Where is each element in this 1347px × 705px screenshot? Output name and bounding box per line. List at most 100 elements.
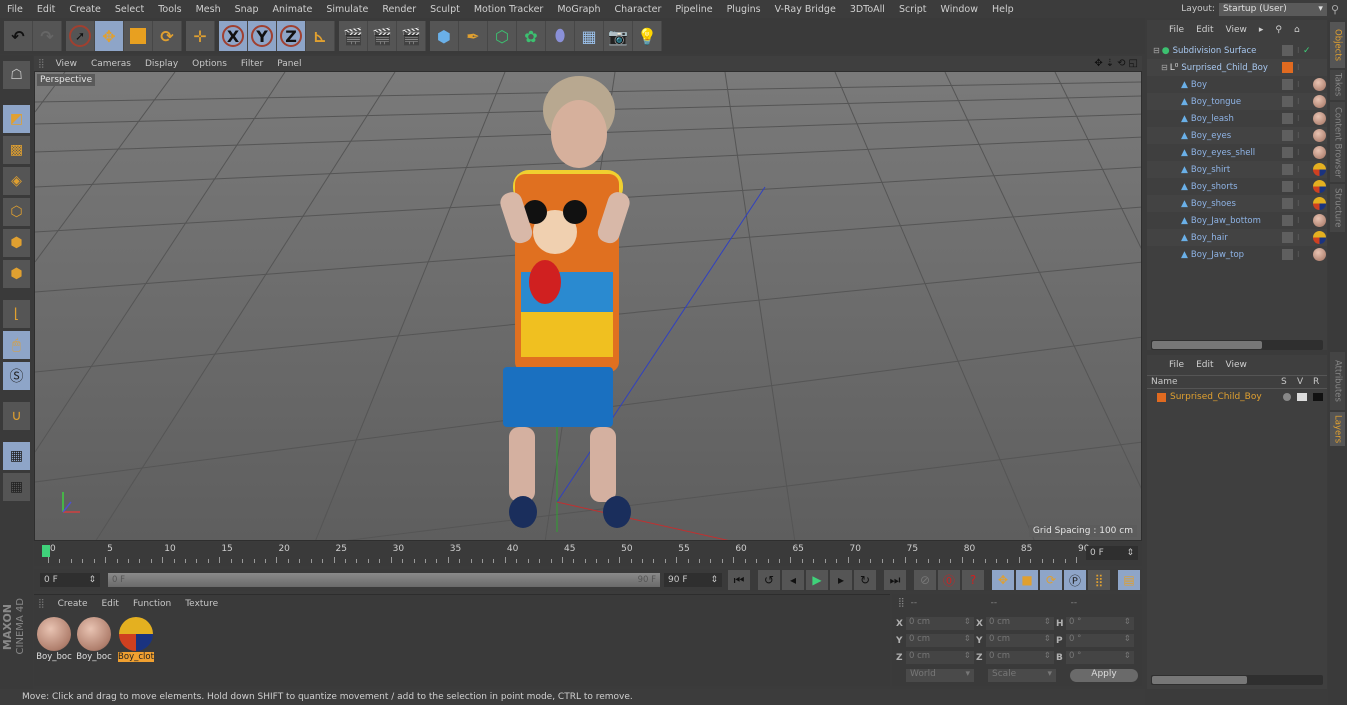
- model-mode-icon[interactable]: ◩: [3, 105, 30, 133]
- object-row[interactable]: ▲ Boy_eyes_shell ⁝: [1147, 144, 1327, 161]
- material-tag-icon[interactable]: [1313, 180, 1326, 193]
- edit-toggle[interactable]: [1282, 45, 1293, 56]
- next-key-button[interactable]: ↻: [854, 570, 876, 590]
- render-view-icon[interactable]: 🎬: [339, 21, 368, 51]
- previous-frame-button[interactable]: ◂: [782, 570, 804, 590]
- search-icon[interactable]: ⚲: [1331, 3, 1339, 16]
- edit-toggle[interactable]: [1282, 147, 1293, 158]
- material-swatch[interactable]: Boy_boc: [76, 617, 112, 662]
- viewport-menu-display[interactable]: Display: [138, 59, 185, 69]
- visibility-toggle[interactable]: [1297, 393, 1307, 401]
- menu-3dtoall[interactable]: 3DToAll: [843, 4, 892, 15]
- menu-file[interactable]: File: [0, 4, 30, 15]
- material-tag-icon[interactable]: [1313, 231, 1326, 244]
- apply-button[interactable]: Apply: [1070, 669, 1138, 682]
- viewport-menu-view[interactable]: View: [49, 59, 84, 69]
- snap-magnet-icon[interactable]: ∪: [3, 402, 30, 430]
- material-tag-icon[interactable]: [1313, 197, 1326, 210]
- polygons-mode-icon[interactable]: ⬢: [3, 260, 30, 288]
- menu-snap[interactable]: Snap: [228, 4, 266, 15]
- edit-toggle[interactable]: [1282, 113, 1293, 124]
- menu-select[interactable]: Select: [108, 4, 151, 15]
- position-x-field[interactable]: 0 cm ⇕: [906, 617, 974, 630]
- tab-objects[interactable]: Objects: [1330, 22, 1345, 68]
- menu-vray-bridge[interactable]: V-Ray Bridge: [768, 4, 843, 15]
- size-y-field[interactable]: 0 cm ⇕: [986, 634, 1054, 647]
- texture-mode-icon[interactable]: ▩: [3, 136, 30, 164]
- object-menu-edit[interactable]: Edit: [1196, 25, 1213, 35]
- size-z-field[interactable]: 0 cm ⇕: [986, 651, 1054, 664]
- coordinate-system-icon[interactable]: ⊾: [306, 21, 335, 51]
- object-row[interactable]: ▲ Boy_leash ⁝: [1147, 110, 1327, 127]
- recent-tool-icon[interactable]: ✛: [186, 21, 215, 51]
- object-row[interactable]: ▲ Boy ⁝: [1147, 76, 1327, 93]
- current-frame-marker[interactable]: [42, 545, 50, 557]
- tab-attributes[interactable]: Attributes: [1330, 352, 1345, 410]
- material-swatch[interactable]: Boy_boc: [36, 617, 72, 662]
- current-frame-field[interactable]: 0 F ⇕: [1086, 546, 1138, 560]
- menu-tools[interactable]: Tools: [151, 4, 188, 15]
- tab-layers[interactable]: Layers: [1330, 412, 1345, 446]
- timeline-button[interactable]: ▤: [1118, 570, 1140, 590]
- rotation-h-field[interactable]: 0 ° ⇕: [1066, 617, 1134, 630]
- rotation-b-field[interactable]: 0 ° ⇕: [1066, 651, 1134, 664]
- make-editable-icon[interactable]: ☖: [3, 61, 30, 89]
- collapse-icon[interactable]: ⊟: [1153, 46, 1160, 55]
- object-row[interactable]: ⊟ ● Subdivision Surface ✓ ⁝: [1147, 42, 1327, 59]
- tab-takes[interactable]: Takes: [1330, 70, 1345, 100]
- object-scrollbar[interactable]: [1151, 340, 1323, 350]
- size-mode-select[interactable]: Scale ▾: [988, 669, 1056, 682]
- size-x-field[interactable]: 0 cm ⇕: [986, 617, 1054, 630]
- material-tag-icon[interactable]: [1313, 163, 1326, 176]
- visibility-dots-icon[interactable]: ⁝: [1297, 131, 1300, 140]
- keyframe-selection-button[interactable]: ?: [962, 570, 984, 590]
- end-frame-field[interactable]: 90 F ⇕: [664, 573, 722, 587]
- menu-character[interactable]: Character: [607, 4, 668, 15]
- menu-create[interactable]: Create: [62, 4, 108, 15]
- material-menu-function[interactable]: Function: [126, 599, 178, 609]
- y-axis-lock-button[interactable]: Y: [248, 21, 277, 51]
- edit-toggle[interactable]: [1282, 164, 1293, 175]
- key-rotation-button[interactable]: ⟳: [1040, 570, 1062, 590]
- pan-view-icon[interactable]: ✥: [1094, 58, 1102, 69]
- home-icon[interactable]: ⌂: [1294, 25, 1300, 35]
- menu-plugins[interactable]: Plugins: [720, 4, 768, 15]
- layer-menu-edit[interactable]: Edit: [1196, 360, 1213, 370]
- start-frame-field[interactable]: 0 F ⇕: [40, 573, 100, 587]
- menu-sculpt[interactable]: Sculpt: [423, 4, 467, 15]
- viewport-menu-options[interactable]: Options: [185, 59, 234, 69]
- x-axis-lock-button[interactable]: X: [219, 21, 248, 51]
- collapse-icon[interactable]: ⊟: [1161, 63, 1168, 72]
- search-icon[interactable]: ⚲: [1275, 25, 1282, 35]
- scale-tool-icon[interactable]: [124, 21, 153, 51]
- menu-animate[interactable]: Animate: [266, 4, 320, 15]
- redo-icon[interactable]: ↷: [33, 21, 62, 51]
- render-picture-viewer-icon[interactable]: 🎬: [368, 21, 397, 51]
- key-scale-button[interactable]: ■: [1016, 570, 1038, 590]
- tab-content-browser[interactable]: Content Browser: [1330, 102, 1345, 182]
- material-tag-icon[interactable]: [1313, 78, 1326, 91]
- edit-toggle[interactable]: [1282, 79, 1293, 90]
- rotation-p-field[interactable]: 0 ° ⇕: [1066, 634, 1134, 647]
- move-tool-icon[interactable]: ✥: [95, 21, 124, 51]
- material-tag-icon[interactable]: [1313, 146, 1326, 159]
- camera-icon[interactable]: 📷: [604, 21, 633, 51]
- menu-render[interactable]: Render: [375, 4, 423, 15]
- edit-toggle[interactable]: [1282, 249, 1293, 260]
- deformer-icon[interactable]: ⬮: [546, 21, 575, 51]
- autokey-button[interactable]: ⓪: [938, 570, 960, 590]
- edit-toggle[interactable]: [1282, 232, 1293, 243]
- edit-toggle[interactable]: [1282, 198, 1293, 209]
- object-row[interactable]: ▲ Boy_hair ⁝: [1147, 229, 1327, 246]
- object-row[interactable]: ▲ Boy_eyes ⁝: [1147, 127, 1327, 144]
- key-pla-button[interactable]: ⣿: [1088, 570, 1110, 590]
- visibility-dots-icon[interactable]: ⁝: [1297, 233, 1300, 242]
- material-tag-icon[interactable]: [1313, 129, 1326, 142]
- material-swatch-selected[interactable]: Boy_clot: [118, 617, 154, 662]
- menu-script[interactable]: Script: [892, 4, 934, 15]
- viewport-menu-filter[interactable]: Filter: [234, 59, 270, 69]
- menu-motion-tracker[interactable]: Motion Tracker: [467, 4, 551, 15]
- dolly-view-icon[interactable]: ⇣: [1106, 58, 1114, 69]
- undo-icon[interactable]: ↶: [4, 21, 33, 51]
- object-row[interactable]: ▲ Boy_Jaw_bottom ⁝: [1147, 212, 1327, 229]
